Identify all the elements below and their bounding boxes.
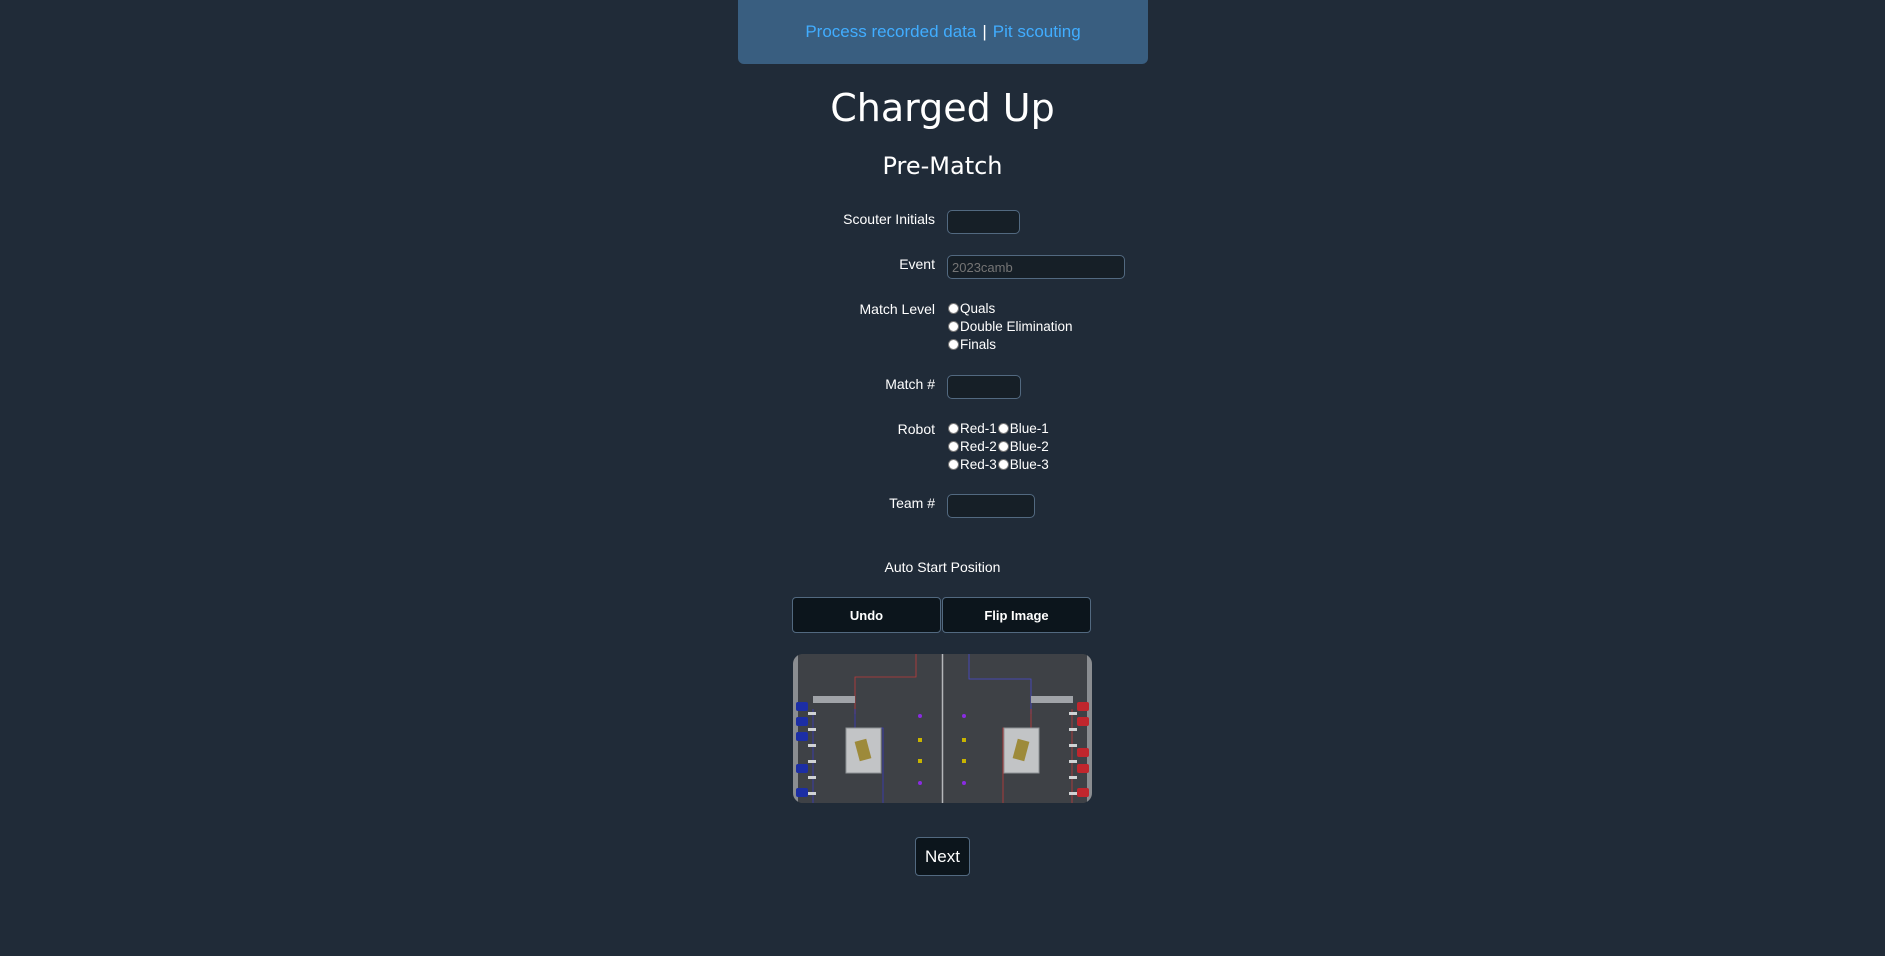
process-recorded-data-link[interactable]: Process recorded data (805, 22, 976, 42)
scouter-initials-label: Scouter Initials (843, 211, 935, 227)
radio-button[interactable] (948, 320, 959, 332)
auto-start-position-label: Auto Start Position (884, 559, 1001, 575)
radio-button[interactable] (948, 338, 959, 350)
team-number-label: Team # (889, 495, 935, 511)
match-level-label: Match Level (859, 301, 935, 317)
field-map-graphic (793, 654, 1092, 803)
pit-scouting-link[interactable]: Pit scouting (993, 22, 1081, 42)
event-label: Event (899, 256, 935, 272)
radio-label: Finals (960, 336, 997, 352)
robot-label-red-2: Red-2 (960, 438, 997, 454)
undo-button[interactable]: Undo (792, 597, 941, 633)
robot-radio-blue-1[interactable] (997, 422, 1009, 434)
robot-label: Robot (897, 421, 935, 437)
match-level-option-double-elimination[interactable]: Double Elimination (947, 317, 1073, 335)
field-image[interactable] (793, 654, 1092, 803)
match-level-option-quals[interactable]: Quals (947, 299, 1073, 317)
page-title: Charged Up (830, 86, 1055, 130)
match-level-option-finals[interactable]: Finals (947, 335, 1073, 353)
radio-label: Quals (960, 300, 996, 316)
robot-radio-red-2[interactable] (948, 440, 959, 452)
radio-label: Double Elimination (960, 318, 1073, 334)
robot-radio-blue-3[interactable] (997, 458, 1009, 470)
robot-label-red-1: Red-1 (960, 420, 997, 436)
top-nav-bar: Process recorded data | Pit scouting (738, 0, 1148, 64)
next-button[interactable]: Next (915, 837, 970, 876)
scouter-initials-input[interactable] (947, 210, 1020, 234)
match-number-input[interactable] (947, 375, 1021, 399)
robot-radio-blue-2[interactable] (997, 440, 1009, 452)
team-number-input[interactable] (947, 494, 1035, 518)
robot-radio-red-3[interactable] (948, 458, 959, 470)
radio-button[interactable] (948, 302, 959, 314)
robot-label-blue-3: Blue-3 (1009, 456, 1049, 472)
section-title: Pre-Match (882, 152, 1003, 180)
nav-separator: | (982, 22, 987, 41)
robot-label-blue-2: Blue-2 (1009, 438, 1049, 454)
robot-label-blue-1: Blue-1 (1009, 420, 1049, 436)
robot-radio-group: Red-1 Blue-1 Red-2 Blue-2 Red-3 Blue-3 (947, 419, 1049, 473)
match-level-radio-group: Quals Double Elimination Finals (947, 299, 1073, 353)
robot-radio-red-1[interactable] (948, 422, 959, 434)
event-input[interactable] (947, 255, 1125, 279)
flip-image-button[interactable]: Flip Image (942, 597, 1091, 633)
robot-label-red-3: Red-3 (960, 456, 997, 472)
match-number-label: Match # (885, 376, 935, 392)
